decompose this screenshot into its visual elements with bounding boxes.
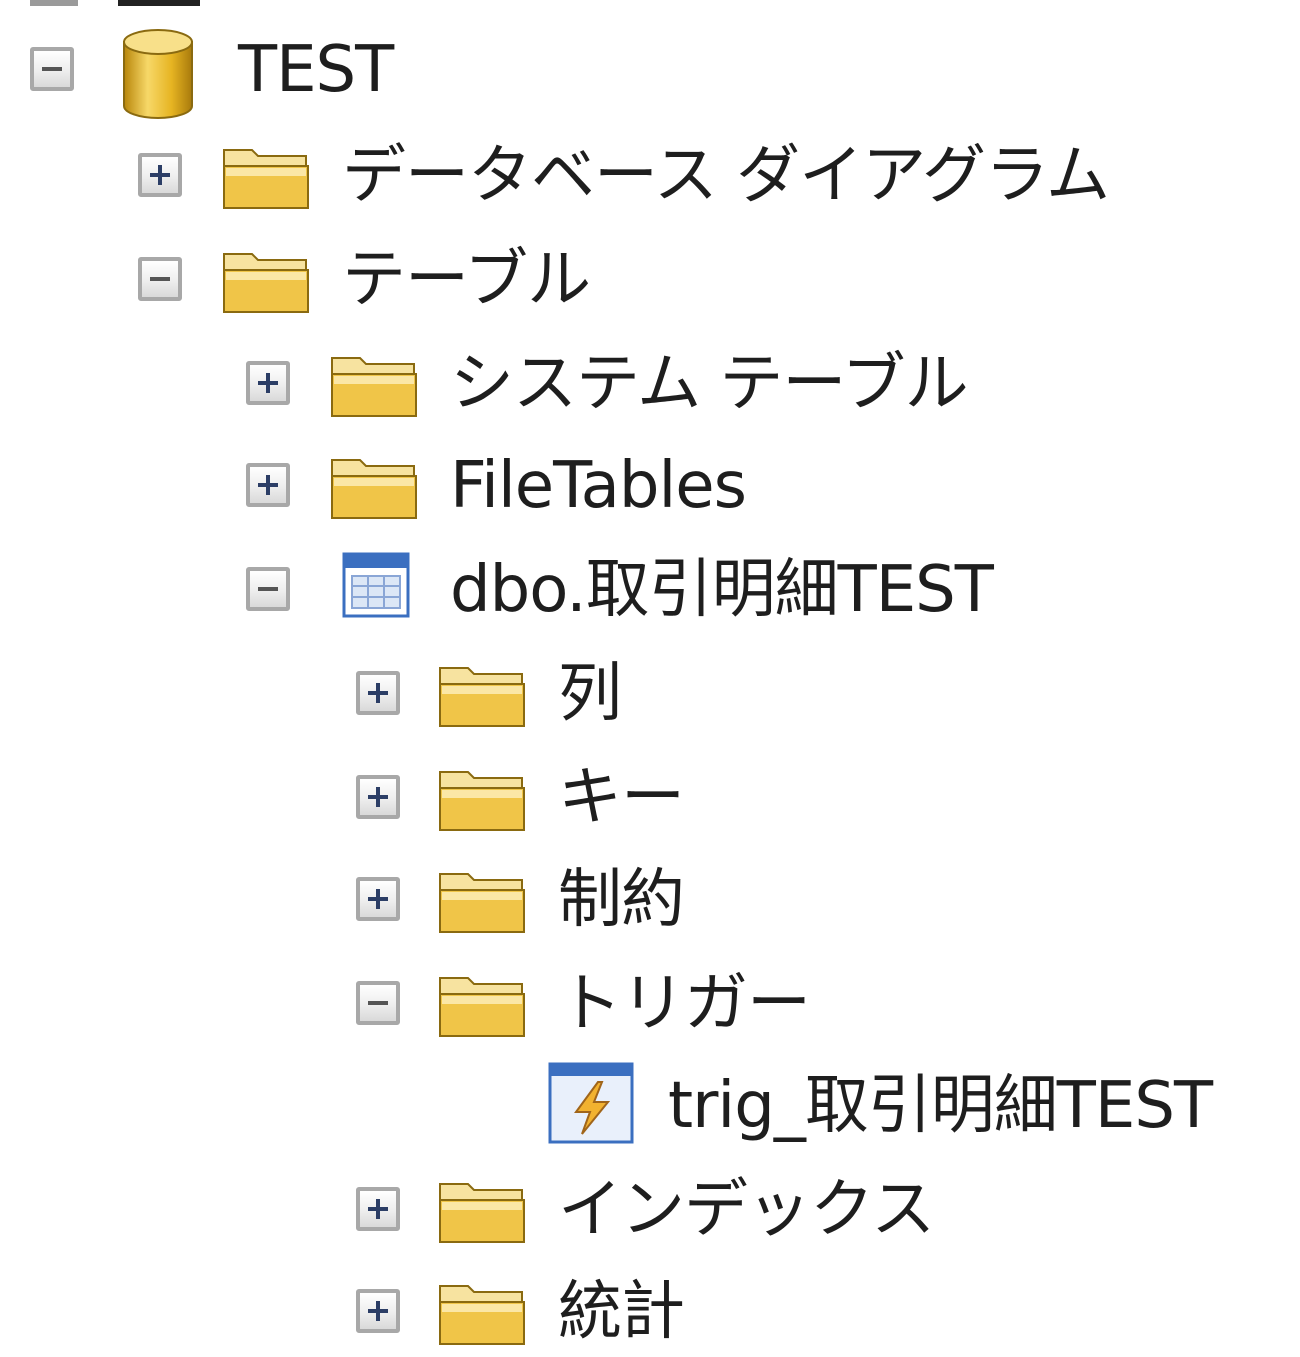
- expand-toggle[interactable]: [246, 361, 290, 405]
- tree-node-table-dbo-torihiki[interactable]: dbo.取引明細TEST: [0, 542, 1300, 646]
- tree-node-label: dbo.取引明細TEST: [450, 553, 994, 627]
- tree-node-label: トリガー: [558, 967, 811, 1041]
- tree-node-label: システム テーブル: [450, 347, 969, 421]
- folder-icon: [439, 977, 525, 1037]
- folder-icon: [331, 459, 417, 519]
- tree-node-label: 列: [558, 657, 622, 731]
- folder-icon: [439, 771, 525, 831]
- tree-node-label: FileTables: [450, 449, 747, 523]
- tree-node-label: キー: [558, 761, 685, 835]
- tree-node-statistics[interactable]: 統計: [0, 1264, 1300, 1357]
- collapse-toggle[interactable]: [30, 47, 74, 91]
- database-icon: [123, 29, 193, 119]
- tree-node-filetables[interactable]: FileTables: [0, 438, 1300, 542]
- tree-node-label: インデックス: [558, 1173, 935, 1247]
- folder-icon: [331, 357, 417, 417]
- folder-icon: [223, 253, 309, 313]
- collapse-toggle[interactable]: [138, 257, 182, 301]
- folder-icon: [439, 667, 525, 727]
- expand-toggle[interactable]: [356, 775, 400, 819]
- object-explorer-tree: TEST データベース ダイアグラム テーブル システム テーブル FileTa…: [0, 0, 1300, 1357]
- tree-node-label: 制約: [558, 863, 685, 937]
- trigger-icon: [548, 1062, 634, 1144]
- tree-node-label: 統計: [558, 1275, 685, 1349]
- tree-node-tables[interactable]: テーブル: [0, 232, 1300, 336]
- previous-node-expander-stub: [30, 0, 78, 6]
- folder-icon: [223, 149, 309, 209]
- tree-node-label: テーブル: [342, 243, 591, 317]
- tree-node-system-tables[interactable]: システム テーブル: [0, 336, 1300, 440]
- expand-toggle[interactable]: [356, 671, 400, 715]
- expand-toggle[interactable]: [356, 1289, 400, 1333]
- tree-node-keys[interactable]: キー: [0, 750, 1300, 854]
- expand-toggle[interactable]: [356, 1187, 400, 1231]
- tree-node-label: データベース ダイアグラム: [342, 139, 1110, 213]
- tree-node-columns[interactable]: 列: [0, 646, 1300, 750]
- collapse-toggle[interactable]: [356, 981, 400, 1025]
- collapse-toggle[interactable]: [246, 567, 290, 611]
- tree-node-indexes[interactable]: インデックス: [0, 1162, 1300, 1266]
- tree-node-label: trig_取引明細TEST: [668, 1069, 1213, 1143]
- expand-toggle[interactable]: [138, 153, 182, 197]
- folder-icon: [439, 873, 525, 933]
- table-icon: [342, 552, 410, 618]
- tree-node-triggers[interactable]: トリガー: [0, 956, 1300, 1060]
- expand-toggle[interactable]: [356, 877, 400, 921]
- tree-node-label: TEST: [238, 33, 394, 107]
- folder-icon: [439, 1183, 525, 1243]
- folder-icon: [439, 1285, 525, 1345]
- tree-node-constraints[interactable]: 制約: [0, 852, 1300, 956]
- expand-toggle[interactable]: [246, 463, 290, 507]
- previous-node-icon-stub: [118, 0, 200, 6]
- tree-node-database-diagrams[interactable]: データベース ダイアグラム: [0, 128, 1300, 232]
- tree-node-test-database[interactable]: TEST: [0, 22, 1300, 126]
- tree-node-trigger-trig-torihiki[interactable]: trig_取引明細TEST: [0, 1058, 1300, 1162]
